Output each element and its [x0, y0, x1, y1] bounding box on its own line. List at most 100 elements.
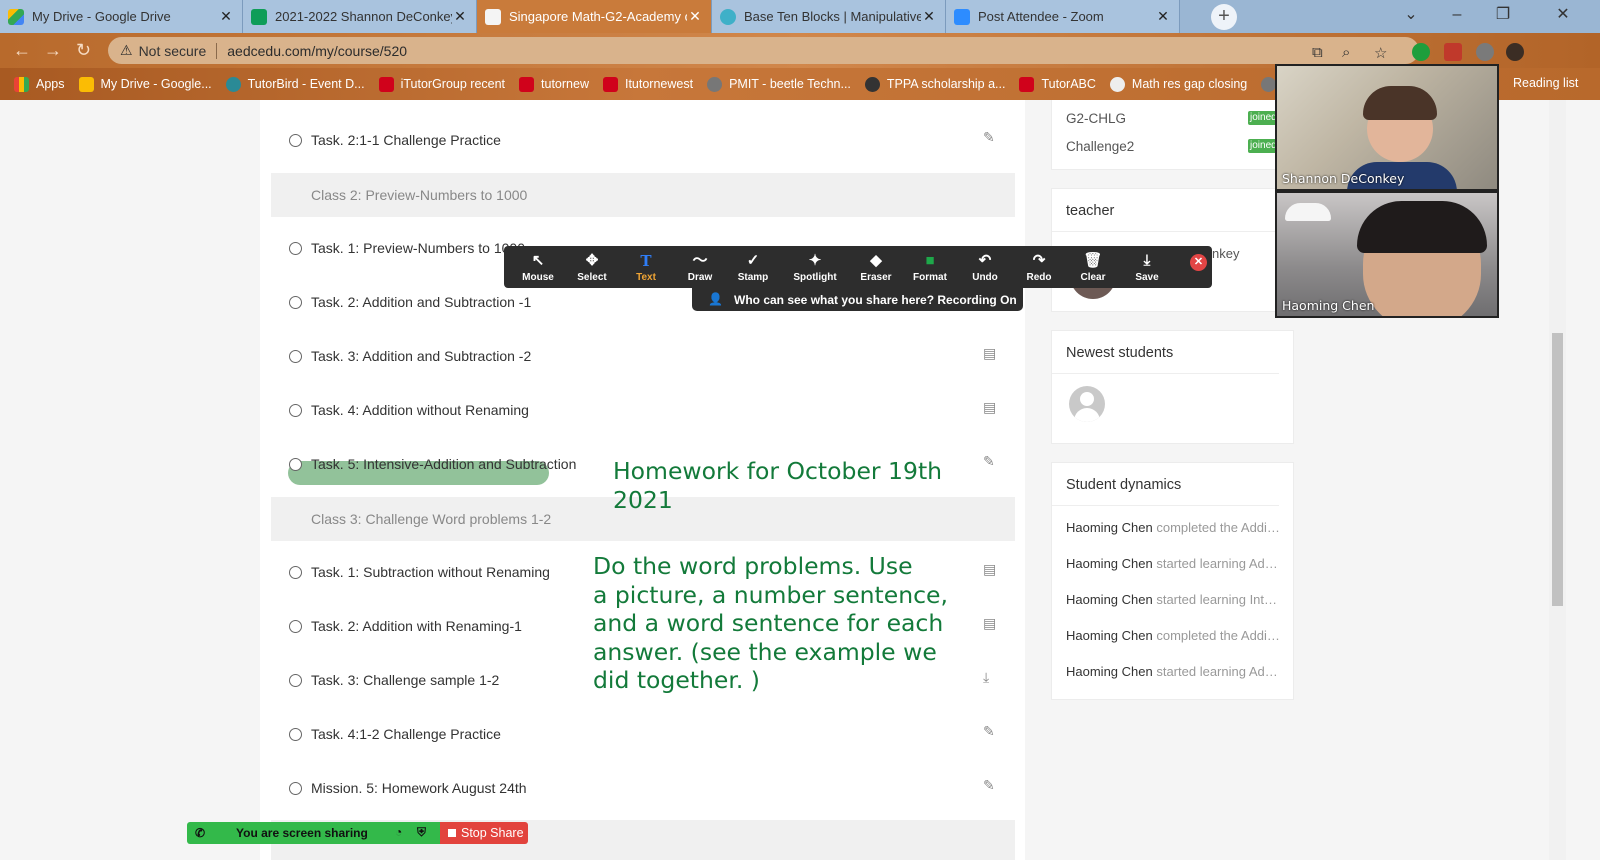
- task-row[interactable]: Mission. 5: Homework August 24th ✎: [271, 762, 1015, 816]
- tool-clear[interactable]: 🗑 Clear: [1067, 252, 1119, 283]
- pencil-icon[interactable]: ✎: [983, 129, 995, 146]
- back-icon[interactable]: ←: [13, 40, 31, 61]
- tab-singapore-math[interactable]: Singapore Math-G2-Academy of ✕: [477, 0, 712, 33]
- video-tile-student[interactable]: Haoming Chen: [1275, 191, 1499, 318]
- minimize-button[interactable]: –: [1434, 0, 1480, 33]
- annotation-line: and a word sentence for each: [593, 609, 944, 637]
- tab-sheets[interactable]: 2021-2022 Shannon DeConkey - ✕: [243, 0, 477, 33]
- tab-search-icon[interactable]: ⌄: [1388, 0, 1434, 33]
- bookmark-tutorabc[interactable]: TutorABC: [1019, 76, 1096, 92]
- translate-icon[interactable]: ⧉: [1312, 44, 1323, 61]
- close-icon[interactable]: ✕: [218, 8, 234, 25]
- bookmark-star-icon[interactable]: ☆: [1374, 44, 1387, 62]
- card-title: teacher: [1052, 189, 1279, 232]
- video-tile-teacher[interactable]: Shannon DeConkey: [1275, 64, 1499, 191]
- tool-stamp[interactable]: ✓ Stamp: [727, 252, 779, 283]
- bookmark-itutornewest[interactable]: Itutornewest: [602, 76, 693, 92]
- tool-save[interactable]: ⤓ Save: [1121, 252, 1173, 283]
- tool-label: Text: [636, 272, 656, 283]
- reading-list-link[interactable]: Reading list: [1513, 76, 1578, 90]
- document-icon[interactable]: ▤: [983, 561, 996, 578]
- document-icon[interactable]: ▤: [983, 399, 996, 416]
- card-title: Student dynamics: [1052, 463, 1279, 506]
- student-name: Haoming Chen: [1066, 520, 1153, 535]
- status-circle: [289, 404, 302, 417]
- status-circle: [289, 620, 302, 633]
- group-name[interactable]: G2-CHLG: [1066, 111, 1126, 126]
- close-annotation-icon[interactable]: ✕: [1190, 254, 1207, 271]
- tool-undo[interactable]: ↶ Undo: [959, 252, 1011, 283]
- close-icon[interactable]: ✕: [452, 8, 468, 25]
- extension-puzzle-icon[interactable]: [1476, 43, 1494, 61]
- tool-redo[interactable]: ↷ Redo: [1013, 252, 1065, 283]
- dynamic-item[interactable]: Haoming Chen started learning Addit...: [1066, 556, 1281, 571]
- document-icon[interactable]: ▤: [983, 345, 996, 362]
- tool-text[interactable]: T Text: [620, 252, 672, 283]
- tab-strip: My Drive - Google Drive ✕ 2021-2022 Shan…: [0, 0, 1600, 33]
- bookmark-tppa[interactable]: TPPA scholarship a...: [864, 76, 1005, 92]
- download-icon[interactable]: ⤓: [983, 669, 989, 686]
- tool-spotlight[interactable]: ✦ Spotlight: [789, 252, 841, 283]
- window-close-button[interactable]: ✕: [1526, 0, 1600, 33]
- tool-label: Spotlight: [793, 272, 837, 283]
- document-icon[interactable]: ▤: [983, 615, 996, 632]
- restore-button[interactable]: ❐: [1480, 0, 1526, 33]
- bookmark-tutorbird[interactable]: TutorBird - Event D...: [225, 76, 365, 92]
- new-tab-button[interactable]: +: [1211, 4, 1237, 30]
- forward-icon[interactable]: →: [44, 40, 62, 61]
- teacher-name[interactable]: nkey: [1212, 246, 1239, 261]
- class-section-header[interactable]: Class 2: Preview-Numbers to 1000: [271, 173, 1015, 217]
- task-row[interactable]: Task. 3: Addition and Subtraction -2 ▤: [271, 330, 1015, 384]
- screen-sharing-bar[interactable]: ✆ You are screen sharing ◔ ⛨: [187, 822, 440, 844]
- profile-avatar[interactable]: [1506, 43, 1524, 61]
- close-icon[interactable]: ✕: [921, 8, 937, 25]
- tool-eraser[interactable]: ◆ Eraser: [850, 252, 902, 283]
- extension-ublock-icon[interactable]: [1444, 43, 1462, 61]
- bookmark-tutornew[interactable]: tutornew: [519, 76, 589, 92]
- tool-mouse[interactable]: ↖ Mouse: [512, 252, 564, 283]
- sheets-icon: [251, 8, 267, 25]
- scrollbar-thumb[interactable]: [1552, 333, 1563, 606]
- dynamic-action: completed the Additi...: [1156, 520, 1281, 535]
- tab-google-drive[interactable]: My Drive - Google Drive ✕: [0, 0, 243, 33]
- task-row[interactable]: Task. 4: Addition without Renaming ▤: [271, 384, 1015, 438]
- task-row[interactable]: Task. 4:1-2 Challenge Practice ✎: [271, 708, 1015, 762]
- bookmark-pmit[interactable]: PMIT - beetle Techn...: [707, 76, 851, 92]
- dynamic-item[interactable]: Haoming Chen started learning Addit...: [1066, 664, 1281, 679]
- group-name[interactable]: Challenge2: [1066, 139, 1134, 154]
- status-circle: [289, 242, 302, 255]
- dynamic-item[interactable]: Haoming Chen completed the Additi...: [1066, 520, 1281, 535]
- status-circle: [289, 782, 302, 795]
- task-row[interactable]: Task. 2:1-1 Challenge Practice ✎: [271, 114, 1015, 168]
- reload-icon[interactable]: ↻: [76, 40, 91, 61]
- tool-format[interactable]: ■ Format: [904, 252, 956, 283]
- bookmark-apps[interactable]: Apps: [14, 76, 65, 92]
- share-visibility-banner[interactable]: 👤 Who can see what you share here? Recor…: [692, 288, 1023, 311]
- bookmark-drive[interactable]: My Drive - Google...: [78, 76, 212, 92]
- tab-zoom[interactable]: Post Attendee - Zoom ✕: [946, 0, 1180, 33]
- stop-share-button[interactable]: Stop Share: [440, 822, 528, 844]
- dynamic-item[interactable]: Haoming Chen completed the Additi...: [1066, 628, 1281, 643]
- tool-select[interactable]: ✥ Select: [566, 252, 618, 283]
- address-bar[interactable]: ⚠ Not secure aedcedu.com/my/course/520: [108, 37, 1419, 64]
- pencil-icon[interactable]: ✎: [983, 453, 995, 470]
- phone-icon: ✆: [195, 826, 206, 840]
- extension-green-icon[interactable]: [1412, 43, 1430, 61]
- warning-icon: ⚠: [120, 42, 133, 58]
- person-icon: 👤: [708, 292, 723, 306]
- tab-base-ten-blocks[interactable]: Base Ten Blocks | Manipulatives | ✕: [712, 0, 946, 33]
- participant-name: Shannon DeConkey: [1282, 171, 1405, 186]
- annotation-line: a picture, a number sentence,: [593, 580, 948, 609]
- close-icon[interactable]: ✕: [1155, 8, 1171, 25]
- student-avatar[interactable]: [1069, 386, 1105, 422]
- pencil-icon[interactable]: ✎: [983, 723, 995, 740]
- zoom-lens-icon[interactable]: ⌕: [1342, 44, 1350, 61]
- bookmark-itutorgroup[interactable]: iTutorGroup recent: [378, 76, 505, 92]
- bookmark-math-res[interactable]: Math res gap closing: [1109, 76, 1247, 92]
- dynamic-item[interactable]: Haoming Chen started learning Inten...: [1066, 592, 1281, 607]
- pencil-icon[interactable]: ✎: [983, 777, 995, 794]
- tool-draw[interactable]: 〜 Draw: [674, 252, 726, 283]
- tool-label: Stamp: [737, 272, 769, 283]
- close-icon[interactable]: ✕: [687, 8, 703, 25]
- task-label: Task. 2:1-1 Challenge Practice: [311, 132, 501, 148]
